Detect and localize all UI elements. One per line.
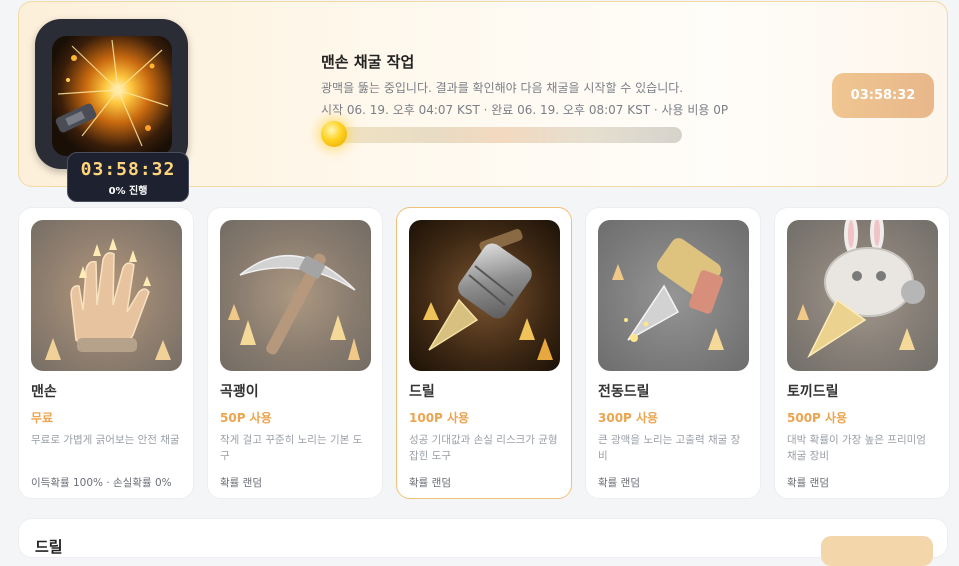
drill-icon (409, 220, 560, 371)
selected-tool-title: 드릴 (35, 538, 63, 556)
tool-card-bare-hands[interactable]: 맨손 무료 무료로 가볍게 긁어보는 안전 채굴 이득확률 100% · 손실확… (18, 207, 194, 499)
tool-description: 성공 기대값과 손실 리스크가 균형 잡힌 도구 (409, 434, 558, 462)
tool-price: 50P 사용 (220, 411, 272, 425)
job-description: 광맥을 뚫는 중입니다. 결과를 확인해야 다음 채굴을 시작할 수 있습니다. (321, 81, 684, 95)
tool-name: 토끼드릴 (787, 384, 839, 400)
tool-name: 드릴 (409, 384, 435, 400)
tool-name: 맨손 (31, 384, 57, 400)
tool-card-rabbit-drill[interactable]: 토끼드릴 500P 사용 대박 확률이 가장 높은 프리미엄 채굴 장비 확률 … (774, 207, 950, 499)
tool-price: 무료 (31, 411, 54, 425)
selected-tool-panel: 드릴 (18, 518, 948, 566)
mining-job-banner: 03:58:32 0% 진행 맨손 채굴 작업 광맥을 뚫는 중입니다. 결과를… (18, 1, 948, 202)
tool-odds: 확률 랜덤 (409, 477, 451, 489)
pickaxe-icon (220, 220, 371, 371)
tool-card-drill[interactable]: 드릴 100P 사용 성공 기대값과 손실 리스크가 균형 잡힌 도구 확률 랜… (396, 207, 572, 499)
tool-odds: 확률 랜덤 (787, 477, 829, 489)
tool-price: 100P 사용 (409, 411, 470, 425)
tool-odds: 확률 랜덤 (598, 477, 640, 489)
job-thumbnail-frame: 03:58:32 0% 진행 (35, 19, 189, 202)
tool-description: 대박 확률이 가장 높은 프리미엄 채굴 장비 (787, 434, 926, 462)
power-drill-icon (598, 220, 749, 371)
job-meta: 시작 06. 19. 오후 04:07 KST · 완료 06. 19. 오후 … (321, 103, 729, 117)
tool-description: 작게 걸고 꾸준히 노리는 기본 도구 (220, 434, 363, 462)
start-mining-button[interactable] (821, 536, 933, 566)
tool-price: 300P 사용 (598, 411, 659, 425)
tool-odds: 이득확률 100% · 손실확률 0% (31, 477, 172, 489)
rabbit-drill-icon (787, 220, 938, 371)
job-timer-badge: 03:58:32 0% 진행 (67, 152, 189, 202)
job-timer-text: 03:58:32 (80, 159, 176, 180)
glove-icon (31, 220, 182, 371)
tool-card-pickaxe[interactable]: 곡괭이 50P 사용 작게 걸고 꾸준히 노리는 기본 도구 확률 랜덤 (207, 207, 383, 499)
progress-knob-icon (321, 121, 347, 147)
tool-description: 큰 광맥을 노리는 고출력 채굴 장비 (598, 434, 741, 462)
tool-name: 곡괭이 (220, 384, 259, 400)
job-title: 맨손 채굴 작업 (321, 53, 415, 71)
job-progress-track (322, 127, 682, 143)
job-progress-text: 0% 진행 (108, 186, 148, 197)
tool-card-power-drill[interactable]: 전동드릴 300P 사용 큰 광맥을 노리는 고출력 채굴 장비 확률 랜덤 (585, 207, 761, 499)
tool-description: 무료로 가볍게 긁어보는 안전 채굴 (31, 434, 180, 446)
mining-scene-image (52, 36, 172, 156)
tool-name: 전동드릴 (598, 384, 650, 400)
tool-odds: 확률 랜덤 (220, 477, 262, 489)
job-timer-button[interactable]: 03:58:32 (832, 73, 934, 118)
tool-price: 500P 사용 (787, 411, 848, 425)
